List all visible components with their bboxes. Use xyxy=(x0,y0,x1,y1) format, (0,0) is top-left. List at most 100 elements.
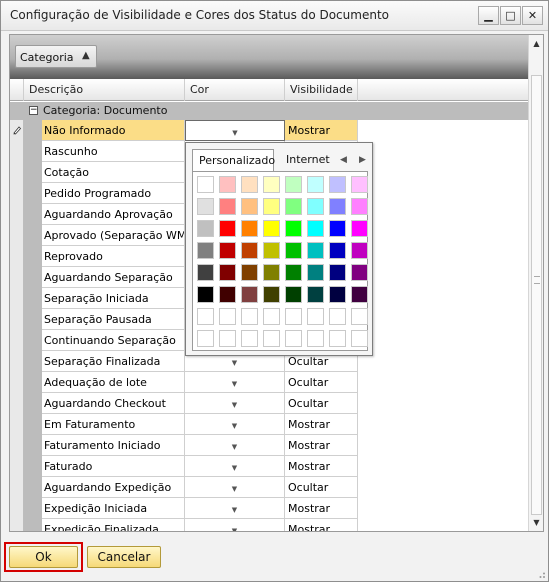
column-header-cor[interactable]: Cor xyxy=(185,79,285,101)
table-row[interactable]: Aguardando Expedição ▼ Ocultar xyxy=(42,477,358,498)
color-swatch[interactable] xyxy=(219,308,236,325)
color-swatch[interactable] xyxy=(307,308,324,325)
color-swatch[interactable] xyxy=(241,286,258,303)
color-swatch[interactable] xyxy=(263,286,280,303)
dropdown-arrow-icon[interactable]: ▼ xyxy=(232,401,237,409)
cell-descricao[interactable]: Cotação xyxy=(42,162,185,183)
table-row[interactable]: Expedição Finalizada ▼ Mostrar xyxy=(42,519,358,531)
cell-visibilidade[interactable]: Mostrar xyxy=(285,120,358,141)
color-swatch[interactable] xyxy=(329,286,346,303)
color-swatch[interactable] xyxy=(285,220,302,237)
cell-cor[interactable]: ▼ xyxy=(185,456,285,477)
table-row[interactable]: Aguardando Checkout ▼ Ocultar xyxy=(42,393,358,414)
color-swatch[interactable] xyxy=(263,242,280,259)
color-swatch[interactable] xyxy=(285,242,302,259)
tab-next-icon[interactable]: ▶ xyxy=(359,149,366,171)
color-swatch[interactable] xyxy=(241,176,258,193)
cell-descricao[interactable]: Adequação de lote xyxy=(42,372,185,393)
cell-descricao[interactable]: Aguardando Expedição xyxy=(42,477,185,498)
maximize-button[interactable]: □ xyxy=(500,6,521,25)
ok-button[interactable]: Ok xyxy=(9,546,78,568)
color-swatch[interactable] xyxy=(351,308,368,325)
color-swatch[interactable] xyxy=(197,330,214,347)
cell-cor[interactable]: ▼ xyxy=(185,519,285,531)
color-swatch[interactable] xyxy=(241,242,258,259)
color-swatch[interactable] xyxy=(351,198,368,215)
color-swatch[interactable] xyxy=(307,198,324,215)
cell-visibilidade[interactable]: Mostrar xyxy=(285,456,358,477)
tab-personalizado[interactable]: Personalizado xyxy=(192,149,275,171)
cell-descricao[interactable]: Expedição Iniciada xyxy=(42,498,185,519)
color-swatch[interactable] xyxy=(307,286,324,303)
color-swatch[interactable] xyxy=(351,286,368,303)
scrollbar-thumb[interactable] xyxy=(531,75,542,515)
tab-internet[interactable]: Internet xyxy=(280,149,336,171)
table-row[interactable]: Faturado ▼ Mostrar xyxy=(42,456,358,477)
group-category-button[interactable]: Categoria ▲ xyxy=(15,45,97,68)
cell-cor[interactable]: ▼ xyxy=(185,435,285,456)
color-swatch[interactable] xyxy=(197,286,214,303)
table-row[interactable]: Não Informado ▼ Mostrar xyxy=(42,120,358,141)
color-swatch[interactable] xyxy=(219,264,236,281)
color-swatch[interactable] xyxy=(351,220,368,237)
cell-descricao[interactable]: Aguardando Aprovação xyxy=(42,204,185,225)
color-swatch[interactable] xyxy=(351,264,368,281)
color-swatch[interactable] xyxy=(241,198,258,215)
color-swatch[interactable] xyxy=(263,308,280,325)
dropdown-arrow-icon[interactable]: ▼ xyxy=(232,464,237,472)
cell-descricao[interactable]: Separação Pausada xyxy=(42,309,185,330)
collapse-icon[interactable]: − xyxy=(29,106,38,115)
cell-descricao[interactable]: Continuando Separação xyxy=(42,330,185,351)
cell-descricao[interactable]: Rascunho xyxy=(42,141,185,162)
color-swatch[interactable] xyxy=(351,176,368,193)
cell-descricao[interactable]: Aprovado (Separação WMS) xyxy=(42,225,185,246)
color-swatch[interactable] xyxy=(285,176,302,193)
cell-cor[interactable]: ▼ xyxy=(185,372,285,393)
dropdown-arrow-icon[interactable]: ▼ xyxy=(232,443,237,451)
color-swatch[interactable] xyxy=(241,264,258,281)
color-swatch[interactable] xyxy=(263,330,280,347)
scroll-up-icon[interactable]: ▲ xyxy=(531,38,542,49)
table-row[interactable]: Faturamento Iniciado ▼ Mostrar xyxy=(42,435,358,456)
color-swatch[interactable] xyxy=(197,242,214,259)
color-swatch[interactable] xyxy=(197,198,214,215)
color-swatch[interactable] xyxy=(263,198,280,215)
color-swatch[interactable] xyxy=(197,220,214,237)
dropdown-arrow-icon[interactable]: ▼ xyxy=(232,506,237,514)
dropdown-arrow-icon[interactable]: ▼ xyxy=(232,380,237,388)
color-swatch[interactable] xyxy=(329,220,346,237)
color-swatch[interactable] xyxy=(307,220,324,237)
dropdown-arrow-icon[interactable]: ▼ xyxy=(232,359,237,367)
color-swatch[interactable] xyxy=(329,308,346,325)
color-swatch[interactable] xyxy=(351,242,368,259)
color-swatch[interactable] xyxy=(307,242,324,259)
color-swatch[interactable] xyxy=(241,330,258,347)
cancel-button[interactable]: Cancelar xyxy=(87,546,161,568)
cell-descricao[interactable]: Faturado xyxy=(42,456,185,477)
color-swatch[interactable] xyxy=(285,330,302,347)
cell-descricao[interactable]: Expedição Finalizada xyxy=(42,519,185,531)
color-swatch[interactable] xyxy=(285,198,302,215)
cell-cor[interactable]: ▼ xyxy=(185,414,285,435)
cell-visibilidade[interactable]: Ocultar xyxy=(285,393,358,414)
color-swatch[interactable] xyxy=(219,220,236,237)
scroll-down-icon[interactable]: ▼ xyxy=(531,517,542,528)
minimize-button[interactable]: ▁ xyxy=(478,6,499,25)
cell-visibilidade[interactable]: Mostrar xyxy=(285,414,358,435)
column-header-visibilidade[interactable]: Visibilidade xyxy=(285,79,358,101)
color-swatch[interactable] xyxy=(219,198,236,215)
color-swatch[interactable] xyxy=(329,264,346,281)
color-swatch[interactable] xyxy=(285,264,302,281)
cell-cor[interactable]: ▼ xyxy=(185,477,285,498)
color-swatch[interactable] xyxy=(219,330,236,347)
cell-descricao[interactable]: Não Informado xyxy=(42,120,185,141)
vertical-scrollbar[interactable]: ▲ ▼ xyxy=(528,35,543,531)
color-swatch[interactable] xyxy=(329,330,346,347)
color-swatch[interactable] xyxy=(219,286,236,303)
cell-visibilidade[interactable]: Ocultar xyxy=(285,372,358,393)
color-swatch[interactable] xyxy=(285,286,302,303)
resize-grip-icon[interactable] xyxy=(536,569,546,579)
cell-cor[interactable]: ▼ xyxy=(185,393,285,414)
cell-visibilidade[interactable]: Mostrar xyxy=(285,435,358,456)
color-swatch[interactable] xyxy=(351,330,368,347)
